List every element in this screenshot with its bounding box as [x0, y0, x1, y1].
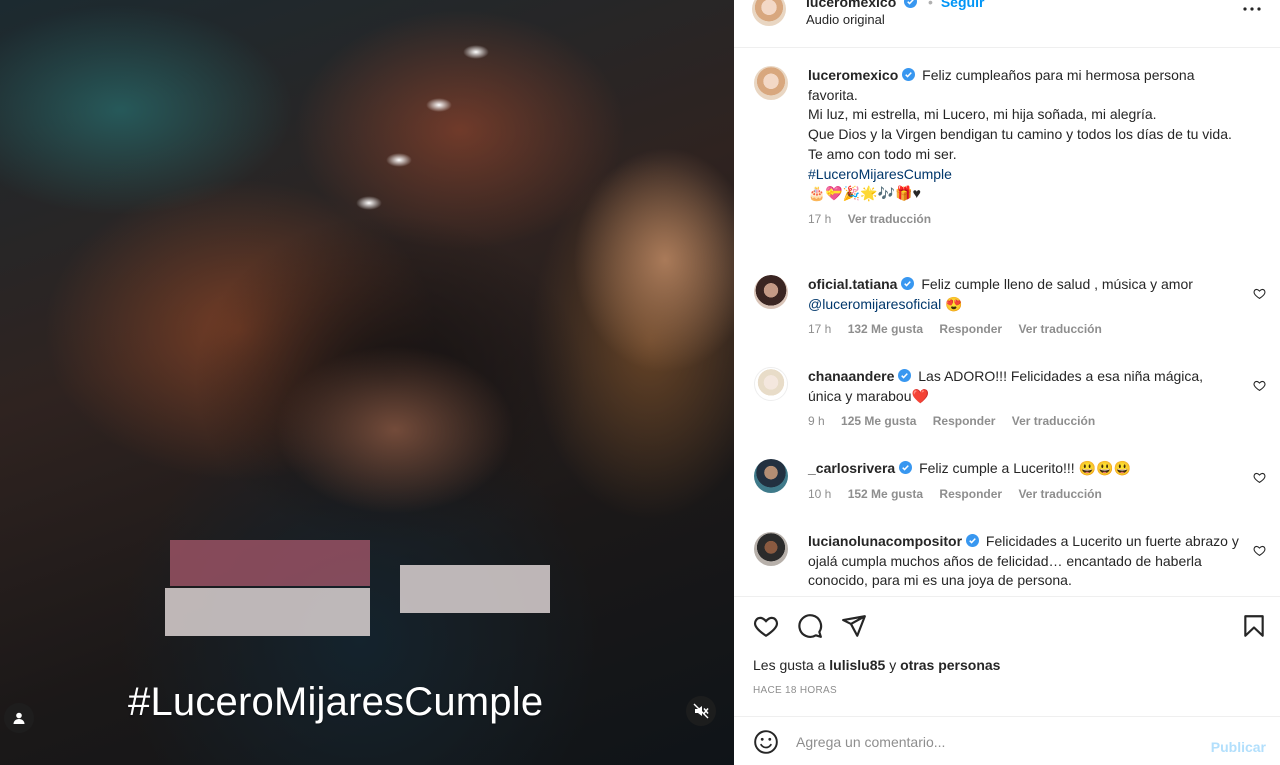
comment-time[interactable]: 17 h: [808, 212, 831, 226]
likes-summary: Les gusta a lulislu85 y otras personas: [753, 657, 1000, 673]
comment-like-heart-icon[interactable]: [1253, 544, 1266, 557]
caption-line: Que Dios y la Virgen bendigan tu camino …: [808, 126, 1232, 143]
comment-emoji: ❤️: [911, 387, 929, 404]
comment-time[interactable]: 17 h: [808, 322, 831, 336]
caption-line: Te amo con todo mi ser.: [808, 145, 957, 162]
post-timestamp[interactable]: HACE 18 HORAS: [753, 685, 837, 696]
comment-time[interactable]: 9 h: [808, 414, 825, 428]
audio-label[interactable]: Audio original: [806, 12, 885, 27]
emoji-smiley-icon[interactable]: [753, 729, 779, 755]
comment-username[interactable]: lucianolunacompositor: [808, 533, 962, 549]
comment-text: Feliz cumple lleno de salud , música y a…: [921, 276, 1193, 292]
verified-badge-icon: [966, 534, 980, 547]
comment-like-heart-icon[interactable]: [1253, 287, 1266, 300]
save-bookmark-icon[interactable]: [1241, 613, 1267, 639]
comment-likes[interactable]: 132 Me gusta: [848, 322, 923, 336]
comment-emoji: 😍: [945, 295, 963, 312]
avatar[interactable]: [754, 459, 788, 493]
comment-time[interactable]: 10 h: [808, 487, 831, 501]
post-header: luceromexico • Seguir Audio original: [734, 0, 1280, 48]
share-icon[interactable]: [841, 613, 867, 639]
comment-like-heart-icon[interactable]: [1253, 471, 1266, 484]
translate-link[interactable]: Ver traducción: [1012, 414, 1095, 428]
reply-button[interactable]: Responder: [939, 322, 1002, 336]
likes-joiner: y: [889, 657, 897, 673]
comment-username[interactable]: _carlosrivera: [808, 460, 895, 476]
verified-badge-icon: [898, 369, 912, 382]
ceiling-light: [386, 153, 412, 167]
caption-line: Mi luz, mi estrella, mi Lucero, mi hija …: [808, 106, 1157, 123]
comment-text: Feliz cumple a Lucerito!!! 😃😃😃: [919, 460, 1131, 476]
caption-hashtag-link[interactable]: #LuceroMijaresCumple: [808, 165, 1248, 185]
likes-user-link[interactable]: lulislu85: [829, 657, 885, 673]
verified-badge-icon: [899, 461, 913, 474]
avatar[interactable]: [752, 0, 786, 26]
verified-badge-icon: [904, 0, 918, 8]
media-hashtag-overlay: #LuceroMijaresCumple: [128, 680, 544, 724]
likes-others-link[interactable]: otras personas: [900, 657, 1000, 673]
comment-username[interactable]: chanaandere: [808, 368, 894, 384]
caption-username[interactable]: luceromexico: [808, 67, 898, 83]
comment-icon[interactable]: [797, 613, 823, 639]
translate-link[interactable]: Ver traducción: [848, 212, 931, 226]
avatar[interactable]: [754, 66, 788, 100]
comments-list[interactable]: luceromexico Feliz cumpleaños para mi he…: [734, 48, 1280, 596]
more-options-icon[interactable]: [1240, 2, 1264, 16]
header-user-line: luceromexico • Seguir: [806, 0, 984, 10]
reply-button[interactable]: Responder: [939, 487, 1002, 501]
header-username[interactable]: luceromexico: [806, 0, 896, 10]
reply-button[interactable]: Responder: [933, 414, 996, 428]
like-heart-icon[interactable]: [753, 613, 779, 639]
comment-likes[interactable]: 125 Me gusta: [841, 414, 916, 428]
verified-badge-icon: [901, 277, 915, 290]
add-comment-bar: Publicar: [734, 716, 1280, 765]
comment-username[interactable]: oficial.tatiana: [808, 276, 897, 292]
likes-prefix: Les gusta a: [753, 657, 826, 673]
comment-likes[interactable]: 152 Me gusta: [848, 487, 923, 501]
verified-badge-icon: [902, 68, 916, 81]
caption-emojis: 🎂💝🎉🌟🎶🎁♥: [808, 185, 921, 202]
comment-like-heart-icon[interactable]: [1253, 379, 1266, 392]
ceiling-light: [356, 196, 382, 210]
jacket-stripe: [170, 540, 370, 586]
header-dot-separator: •: [928, 0, 933, 10]
jacket-stripe: [400, 565, 550, 613]
post-actions: Les gusta a lulislu85 y otras personas H…: [734, 596, 1280, 716]
jacket-stripe: [165, 588, 370, 636]
translate-link[interactable]: Ver traducción: [1018, 487, 1101, 501]
avatar[interactable]: [754, 532, 788, 566]
avatar[interactable]: [754, 275, 788, 309]
comment-input[interactable]: [796, 731, 1196, 753]
user-tag-icon[interactable]: [4, 703, 34, 733]
ceiling-light: [463, 45, 489, 59]
translate-link[interactable]: Ver traducción: [1018, 322, 1101, 336]
ceiling-light: [426, 98, 452, 112]
publish-button[interactable]: Publicar: [1211, 739, 1266, 755]
muted-speaker-icon[interactable]: [686, 696, 716, 726]
avatar[interactable]: [754, 367, 788, 401]
follow-button[interactable]: Seguir: [941, 0, 985, 10]
post-side-panel: luceromexico • Seguir Audio original luc…: [734, 0, 1280, 765]
mention-link[interactable]: @luceromijaresoficial: [808, 296, 941, 312]
post-media[interactable]: #LuceroMijaresCumple: [0, 0, 734, 765]
